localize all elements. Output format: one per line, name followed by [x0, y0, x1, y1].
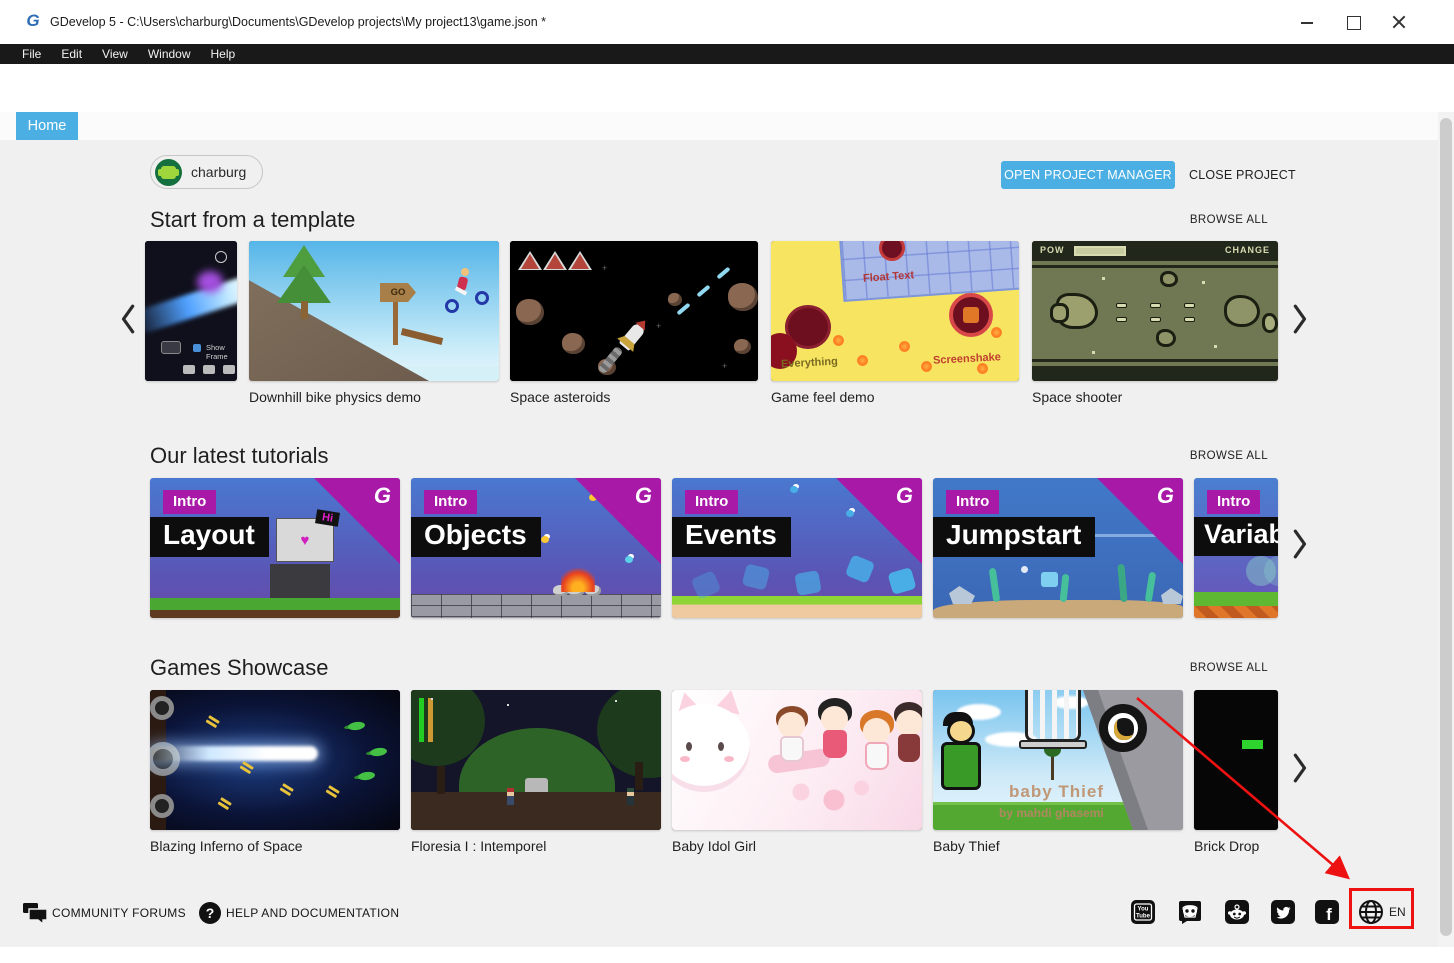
title-bar: G GDevelop 5 - C:\Users\charburg\Documen…: [0, 0, 1454, 44]
vertical-scrollbar-thumb[interactable]: [1440, 118, 1452, 936]
menu-view[interactable]: View: [92, 44, 138, 64]
mini-play-icon: [161, 341, 181, 354]
showcase-card-blazing[interactable]: [150, 690, 400, 830]
tutorials-browse-all[interactable]: BROWSE ALL: [1190, 450, 1268, 462]
close-project-button[interactable]: CLOSE PROJECT: [1183, 161, 1302, 189]
menu-help[interactable]: Help: [201, 44, 246, 64]
gdevelop-logo-icon: G: [374, 483, 391, 509]
showcase-caption-babyidol: Baby Idol Girl: [672, 838, 756, 854]
twitter-icon[interactable]: [1271, 900, 1295, 924]
youtube-icon[interactable]: You Tube: [1131, 900, 1155, 924]
youtube-mini-icon: [183, 365, 195, 374]
showcase-browse-all[interactable]: BROWSE ALL: [1190, 662, 1268, 674]
template-caption-asteroids: Space asteroids: [510, 389, 610, 405]
gdevelop-logo-icon: G: [23, 11, 43, 31]
template-caption-gamefeel: Game feel demo: [771, 389, 875, 405]
tutorial-card-jumpstart[interactable]: G Intro Jumpstart: [933, 478, 1183, 618]
gdevelop-window: G GDevelop 5 - C:\Users\charburg\Documen…: [0, 0, 1454, 963]
open-project-manager-button[interactable]: OPEN PROJECT MANAGER: [1001, 161, 1175, 189]
menu-edit[interactable]: Edit: [51, 44, 92, 64]
tab-bar: Home: [0, 112, 1454, 140]
svg-text:You: You: [1138, 907, 1149, 913]
avatar: [155, 159, 182, 186]
tutorials-section-title: Our latest tutorials: [150, 443, 329, 469]
gdevelop-logo-icon: G: [635, 483, 652, 509]
template-caption-shooter: Space shooter: [1032, 389, 1122, 405]
template-card-shooter[interactable]: POW CHANGE: [1032, 241, 1278, 381]
reddit-icon[interactable]: [1225, 900, 1249, 924]
info-icon: [215, 251, 227, 263]
tutorial-card-events[interactable]: G Intro Events: [672, 478, 922, 618]
forum-icon: [22, 901, 48, 925]
help-icon: ?: [198, 901, 222, 925]
templates-section-title: Start from a template: [150, 207, 355, 233]
template-card-bike[interactable]: GO: [249, 241, 499, 381]
itch-mini-icon: [223, 365, 235, 374]
showcase-caption-brickdrop: Brick Drop: [1194, 838, 1259, 854]
templates-scroll-right-icon[interactable]: [1288, 301, 1310, 337]
showcase-card-floresia[interactable]: [411, 690, 661, 830]
svg-text:Tube: Tube: [1136, 914, 1151, 920]
discord-icon[interactable]: [1178, 900, 1202, 924]
tutorial-card-layout[interactable]: ♥ Hi G Intro Layout: [150, 478, 400, 618]
templates-browse-all[interactable]: BROWSE ALL: [1190, 214, 1268, 226]
showcase-card-babythief[interactable]: baby Thief by mahdi ghasemi: [933, 690, 1183, 830]
tutorials-scroll-right-icon[interactable]: [1288, 526, 1310, 562]
showcase-card-brickdrop[interactable]: [1194, 690, 1278, 830]
menu-window[interactable]: Window: [138, 44, 201, 64]
showcase-section-title: Games Showcase: [150, 655, 329, 681]
showcase-scroll-right-icon[interactable]: [1288, 750, 1310, 786]
showcase-caption-babythief: Baby Thief: [933, 838, 1000, 854]
toolbar: PREVIEW PUBLISH: [0, 64, 1454, 112]
community-forums-link[interactable]: COMMUNITY FORUMS: [52, 906, 186, 920]
user-chip[interactable]: charburg: [150, 155, 263, 189]
template-card-asteroids[interactable]: + + +: [510, 241, 758, 381]
showcase-caption-floresia: Floresia I : Intemporel: [411, 838, 546, 854]
menu-file[interactable]: File: [12, 44, 51, 64]
bottom-strip: [0, 947, 1454, 963]
username: charburg: [191, 164, 246, 180]
tutorial-card-objects[interactable]: G Intro Objects: [411, 478, 661, 618]
annotation-highlight-box: [1349, 888, 1414, 929]
facebook-icon[interactable]: f: [1315, 900, 1339, 924]
svg-text:f: f: [1326, 905, 1332, 924]
gdevelop-logo-icon: G: [1157, 483, 1174, 509]
window-title: GDevelop 5 - C:\Users\charburg\Documents…: [50, 15, 546, 29]
gdevelop-logo-icon: G: [896, 483, 913, 509]
showcase-caption-blazing: Blazing Inferno of Space: [150, 838, 303, 854]
tab-home[interactable]: Home: [16, 112, 78, 140]
help-documentation-link[interactable]: HELP AND DOCUMENTATION: [226, 906, 399, 920]
template-caption-bike: Downhill bike physics demo: [249, 389, 421, 405]
twitter-mini-icon: [203, 365, 215, 374]
svg-text:?: ?: [206, 905, 215, 921]
menu-bar: File Edit View Window Help: [0, 44, 1454, 64]
template-card-partial[interactable]: Show Frame: [145, 241, 237, 381]
templates-scroll-left-icon[interactable]: [118, 301, 140, 337]
maximize-button[interactable]: [1338, 7, 1368, 37]
tutorial-card-variables[interactable]: +1 Intro Variables: [1194, 478, 1278, 618]
showcase-card-babyidol[interactable]: [672, 690, 922, 830]
template-card-gamefeel[interactable]: Float Text Everything Screenshake: [771, 241, 1019, 381]
show-frame-checkbox: [193, 344, 201, 352]
close-button[interactable]: [1384, 7, 1414, 37]
minimize-button[interactable]: [1292, 7, 1322, 37]
